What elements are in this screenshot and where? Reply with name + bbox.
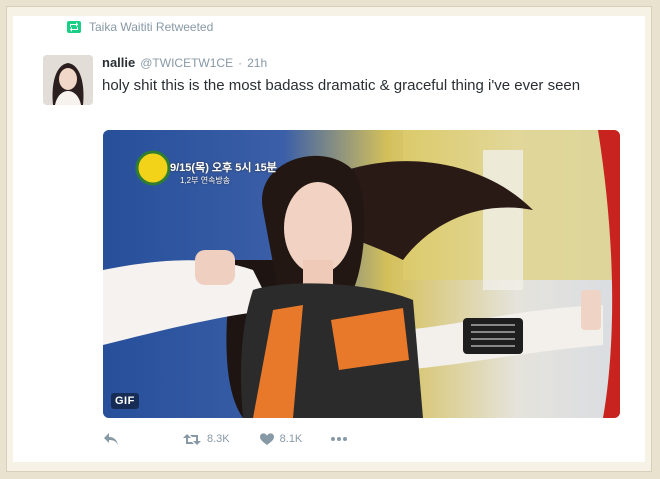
reply-button[interactable]: [103, 432, 119, 446]
author-handle[interactable]: @TWICETW1CE: [140, 56, 233, 70]
retweet-context-label: Taika Waititi Retweeted: [89, 20, 214, 34]
like-count: 8.1K: [279, 433, 303, 445]
timestamp[interactable]: 21h: [247, 56, 267, 70]
avatar-image: [43, 55, 93, 105]
retweet-count: 8.3K: [207, 433, 230, 445]
separator: ·: [238, 56, 243, 70]
retweet-icon: [67, 21, 81, 33]
author-name[interactable]: nallie: [102, 55, 135, 70]
gif-badge: GIF: [111, 393, 139, 409]
avatar[interactable]: [43, 55, 93, 105]
broadcast-date-overlay: 9/15(목) 오후 5시 15분: [170, 162, 277, 174]
broadcast-sub-overlay: 1,2부 연속방송: [180, 176, 231, 185]
more-icon: [331, 437, 348, 441]
like-button[interactable]: 8.1K: [259, 432, 303, 446]
more-button[interactable]: [330, 436, 348, 442]
retweet-button[interactable]: 8.3K: [183, 433, 230, 446]
reply-icon: [104, 433, 118, 445]
tweet-text: holy shit this is the most badass dramat…: [102, 77, 581, 94]
tweet-actions: 8.3K 8.1K: [103, 431, 348, 447]
retweet-context[interactable]: Taika Waititi Retweeted: [67, 20, 213, 34]
tweet-header: nallie @TWICETW1CE · 21h: [102, 55, 267, 70]
retweet-icon: [183, 433, 201, 445]
heart-icon: [259, 432, 274, 445]
